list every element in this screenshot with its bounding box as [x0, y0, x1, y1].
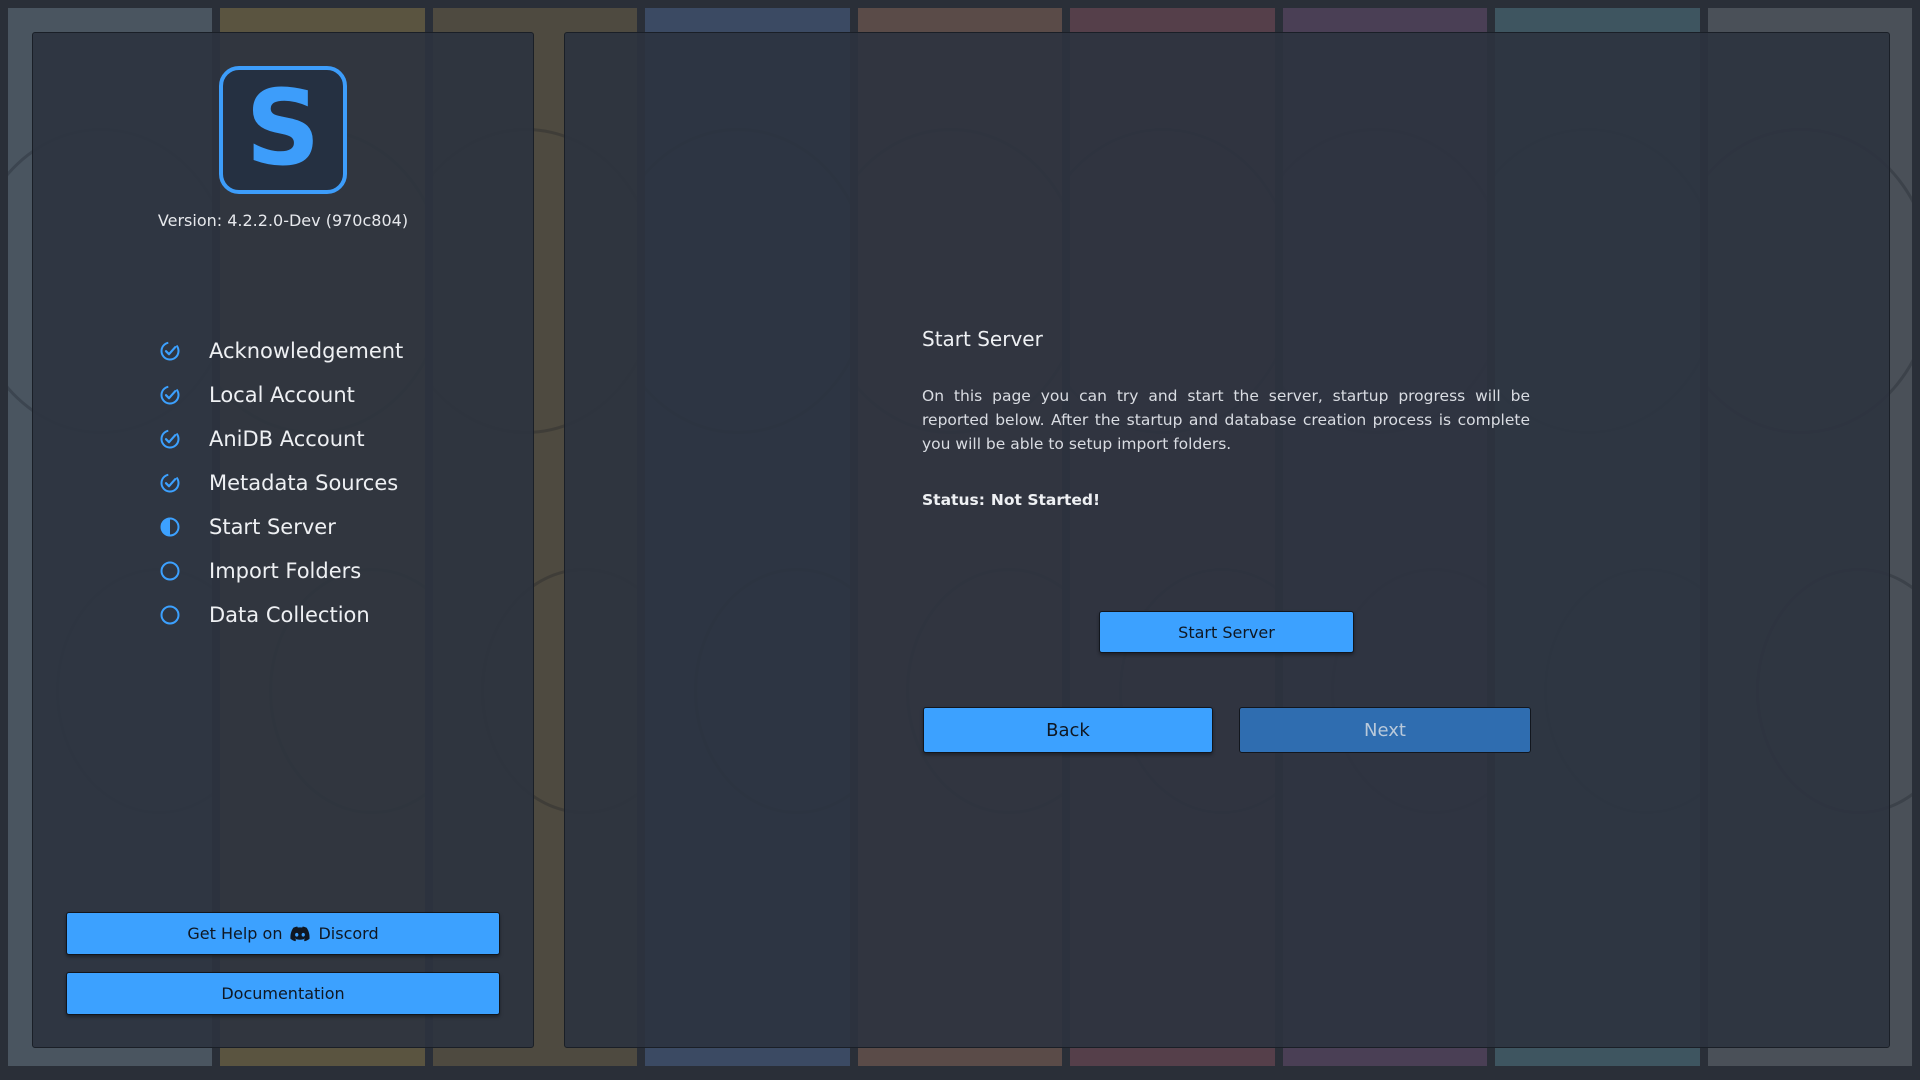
step-label: Metadata Sources: [209, 471, 399, 495]
status-value: Not Started!: [990, 491, 1101, 509]
page-description: On this page you can try and start the s…: [922, 387, 1530, 453]
main-panel: Start Server On this page you can try an…: [564, 32, 1890, 1048]
page-title: Start Server: [922, 327, 1043, 351]
app-logo: S: [219, 66, 347, 194]
step-item-data-collection: Data Collection: [159, 593, 403, 637]
help-button-discord-label: Discord: [318, 924, 379, 943]
step-item-start-server: Start Server: [159, 505, 403, 549]
check-circle-icon: [159, 472, 181, 494]
step-item-metadata-sources: Metadata Sources: [159, 461, 403, 505]
version-text: Version: 4.2.2.0-Dev (970c804): [157, 211, 409, 230]
step-item-import-folders: Import Folders: [159, 549, 403, 593]
check-circle-icon: [159, 384, 181, 406]
logo-letter: S: [245, 67, 321, 189]
step-item-acknowledgement: Acknowledgement: [159, 329, 403, 373]
back-button[interactable]: Back: [923, 707, 1213, 753]
step-item-local-account: Local Account: [159, 373, 403, 417]
help-button-label: Get Help on: [187, 924, 283, 943]
discord-icon: [290, 926, 311, 941]
start-server-button[interactable]: Start Server: [1099, 611, 1354, 653]
status-row: Status: Not Started!: [922, 491, 1100, 509]
step-label: AniDB Account: [209, 427, 365, 451]
empty-circle-icon: [159, 560, 181, 582]
setup-steps-list: Acknowledgement Local Account AniDB Accoun…: [159, 329, 403, 637]
step-label: Import Folders: [209, 559, 362, 583]
step-label: Start Server: [209, 515, 336, 539]
next-button[interactable]: Next: [1239, 707, 1531, 753]
documentation-button[interactable]: Documentation: [66, 972, 500, 1015]
check-circle-icon: [159, 340, 181, 362]
step-label: Data Collection: [209, 603, 370, 627]
status-label: Status:: [922, 491, 985, 509]
check-circle-icon: [159, 428, 181, 450]
step-item-anidb-account: AniDB Account: [159, 417, 403, 461]
half-circle-icon: [159, 516, 181, 538]
empty-circle-icon: [159, 604, 181, 626]
discord-help-button[interactable]: Get Help on Discord: [66, 912, 500, 955]
sidebar-panel: S Version: 4.2.2.0-Dev (970c804) Acknowl…: [32, 32, 534, 1048]
step-label: Local Account: [209, 383, 355, 407]
step-label: Acknowledgement: [209, 339, 404, 363]
